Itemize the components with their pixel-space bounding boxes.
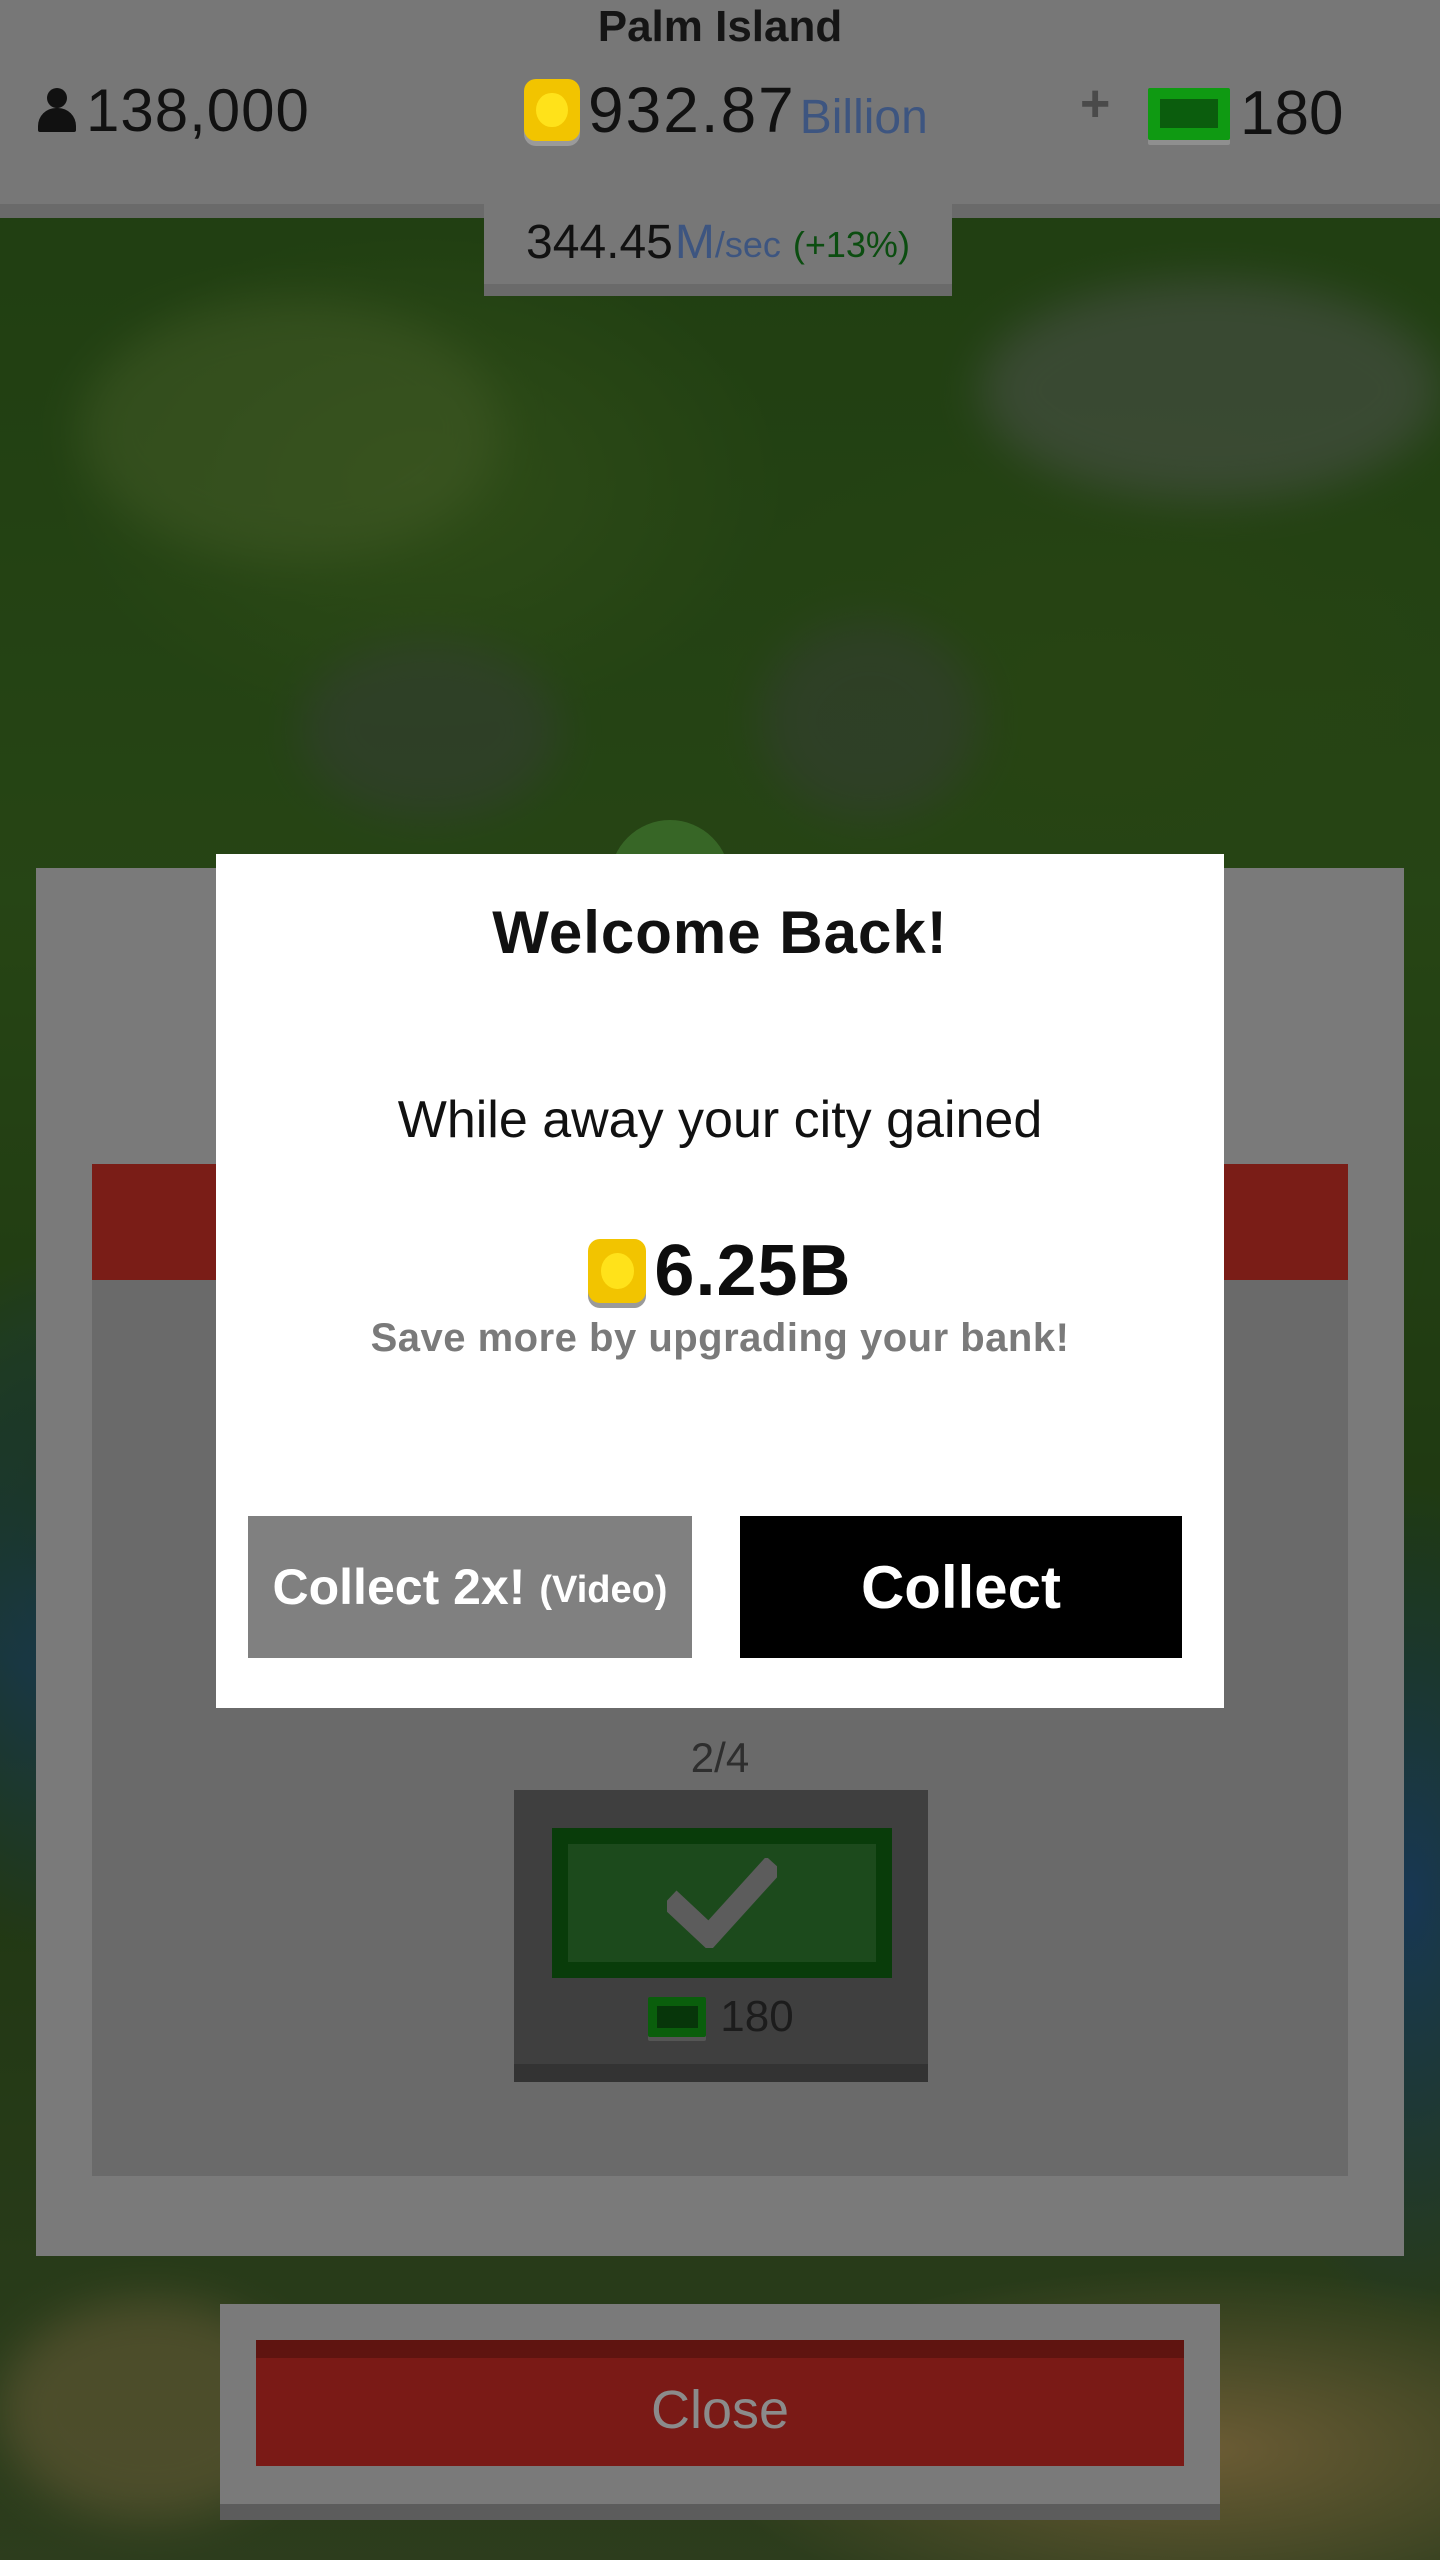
cash-icon <box>1148 87 1230 140</box>
population-value: 138,000 <box>86 76 310 144</box>
income-rate-tab: 344.45 M /sec (+13%) <box>484 200 952 296</box>
close-button-label: Close <box>650 2380 790 2440</box>
reward-card[interactable]: 180 <box>514 1790 928 2082</box>
video-label: (Video) <box>539 1568 668 1611</box>
money-unit: Billion <box>799 90 928 144</box>
person-icon <box>36 86 78 134</box>
dialog-title: Welcome Back! <box>492 899 948 966</box>
reward-value: 180 <box>720 1992 794 2041</box>
reward-claimed-box <box>552 1828 892 1978</box>
money-counter: 932.87 Billion <box>524 70 928 150</box>
close-button-frame: Close <box>220 2304 1220 2520</box>
income-rate-bonus: (+13%) <box>792 224 910 265</box>
coin-icon <box>524 79 580 141</box>
income-rate-value: 344.45 <box>526 215 673 269</box>
top-status-bar: Palm Island 138,000 932.87 Billion + 180 <box>0 0 1440 210</box>
gained-value: 6.25B <box>654 1231 852 1311</box>
coin-icon <box>588 1239 647 1303</box>
dialog-message: While away your city gained <box>397 1091 1043 1149</box>
gained-amount: 6.25B <box>216 1230 1224 1312</box>
add-cash-button[interactable]: + <box>1080 74 1110 134</box>
close-button[interactable]: Close <box>256 2340 1184 2466</box>
money-value: 932.87 <box>588 74 796 146</box>
page-indicator: 2/4 <box>690 1734 750 1781</box>
bank-upgrade-hint: Save more by upgrading your bank! <box>370 1316 1070 1360</box>
collect-2x-video-button[interactable]: Collect 2x! (Video) <box>248 1516 692 1658</box>
checkmark-icon <box>667 1858 777 1948</box>
collect-button[interactable]: Collect <box>740 1516 1182 1658</box>
cash-value: 180 <box>1240 79 1344 148</box>
income-rate-period: /sec <box>714 224 781 265</box>
collect-2x-label: Collect 2x! <box>272 1559 526 1615</box>
population-counter: 138,000 <box>36 70 310 150</box>
income-rate-unit: M <box>674 215 715 269</box>
city-name: Palm Island <box>597 2 843 51</box>
cash-counter: 180 <box>1148 78 1343 149</box>
collect-label: Collect <box>860 1553 1062 1621</box>
cash-icon <box>648 1997 707 2037</box>
welcome-back-dialog: Welcome Back! While away your city gaine… <box>216 854 1224 1708</box>
reward-amount: 180 <box>514 1992 928 2042</box>
